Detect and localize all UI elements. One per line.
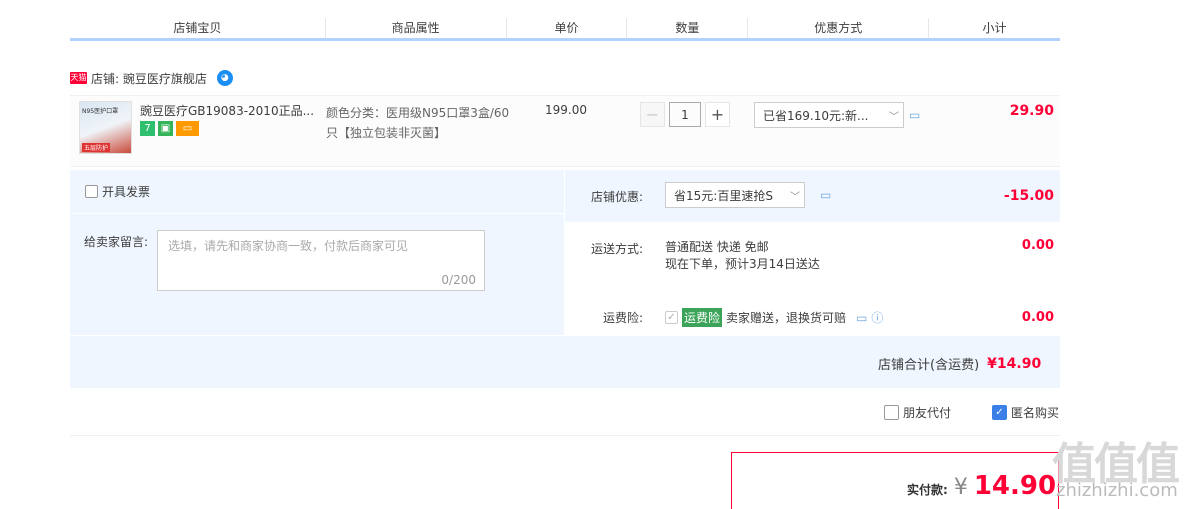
invoice-checkbox[interactable] bbox=[85, 185, 98, 198]
discount-select[interactable]: 已省169.10元:新... ﹀ bbox=[754, 102, 904, 128]
comment-icon[interactable]: ▭ bbox=[820, 188, 831, 202]
insurance-info: ✓ 运费险 卖家赠送，退换货可赔 ▭ ⓘ bbox=[665, 308, 883, 327]
shop-total: 店铺合计(含运费) ¥14.90 bbox=[878, 354, 1042, 374]
product-title[interactable]: 豌豆医疗GB19083-2010正品... bbox=[140, 103, 320, 119]
chevron-down-icon: ﹀ bbox=[889, 111, 899, 123]
insurance-amount: 0.00 bbox=[1021, 310, 1054, 325]
service-badges: 7 ▣ ▭ bbox=[140, 121, 199, 136]
item-subtotal: 29.90 bbox=[1009, 103, 1054, 119]
chevron-down-icon: ﹀ bbox=[790, 191, 800, 203]
unit-price: 199.00 bbox=[545, 103, 587, 117]
message-counter: 0/200 bbox=[441, 273, 476, 287]
pay-currency: ¥ bbox=[953, 475, 968, 500]
quantity-stepper: − 1 + bbox=[640, 102, 730, 127]
invoice-label: 开具发票 bbox=[102, 185, 151, 199]
qty-input[interactable]: 1 bbox=[669, 102, 701, 127]
product-attributes: 颜色分类：医用级N95口罩3盒/60只【独立包装非灭菌】 bbox=[326, 106, 510, 140]
friend-pay-label: 朋友代付 bbox=[903, 406, 952, 420]
watermark-url: zhizhizhi.com bbox=[1056, 480, 1178, 501]
header-subtotal: 小计 bbox=[982, 21, 1007, 35]
seven-day-return-icon[interactable]: 7 bbox=[140, 121, 155, 136]
anonymous-label: 匿名购买 bbox=[1011, 406, 1060, 420]
shop-total-label: 店铺合计(含运费) bbox=[878, 358, 980, 373]
shop-row: 天猫 店铺: 豌豆医疗旗舰店 ◕ bbox=[70, 68, 233, 88]
guarantee-icon[interactable]: ▣ bbox=[158, 121, 173, 136]
anonymous-checkbox[interactable]: ✓ bbox=[992, 405, 1007, 420]
anonymous-option[interactable]: ✓ 匿名购买 bbox=[992, 404, 1059, 421]
comment-icon[interactable]: ▭ bbox=[856, 311, 867, 325]
comment-icon[interactable]: ▭ bbox=[909, 108, 920, 122]
help-icon[interactable]: ⓘ bbox=[871, 309, 883, 326]
thumb-top-text: N95医护口罩 bbox=[82, 108, 119, 115]
shop-discount-value: 省15元:百里速抢S bbox=[674, 188, 773, 203]
header-shop-item: 店铺宝贝 bbox=[70, 18, 326, 38]
delivery-label: 运送方式: bbox=[590, 242, 643, 256]
delivery-amount: 0.00 bbox=[1021, 238, 1054, 253]
friend-pay-checkbox[interactable] bbox=[884, 405, 899, 420]
message-placeholder: 选填，请先和商家协商一致，付款后商家可见 bbox=[168, 239, 409, 253]
insurance-badge: 运费险 bbox=[682, 308, 723, 327]
delivery-eta: 现在下单，预计3月14日送达 bbox=[665, 257, 820, 271]
shop-total-value: ¥14.90 bbox=[987, 355, 1042, 372]
qty-plus-button[interactable]: + bbox=[705, 102, 730, 127]
discount-value: 已省169.10元:新... bbox=[763, 108, 869, 123]
header-discount: 优惠方式 bbox=[748, 18, 930, 38]
pay-label: 实付款: bbox=[907, 483, 948, 497]
delivery-method: 普通配送 快递 免邮 bbox=[665, 240, 769, 254]
insurance-label: 运费险: bbox=[602, 311, 643, 325]
header-price: 单价 bbox=[507, 18, 628, 38]
insurance-checkbox: ✓ bbox=[665, 311, 678, 324]
shop-discount-select[interactable]: 省15元:百里速抢S ﹀ bbox=[665, 182, 805, 208]
divider bbox=[70, 335, 1060, 336]
thumb-bottom-text: 五层防护 bbox=[82, 143, 111, 152]
qty-minus-button[interactable]: − bbox=[640, 102, 665, 127]
insurance-text: 卖家赠送，退换货可赔 bbox=[726, 311, 847, 325]
shop-discount-label: 店铺优惠: bbox=[590, 190, 643, 204]
friend-pay-option[interactable]: 朋友代付 bbox=[884, 404, 951, 421]
product-thumbnail[interactable]: N95医护口罩 五层防护 bbox=[79, 101, 132, 154]
credit-card-icon[interactable]: ▭ bbox=[176, 121, 199, 136]
pay-amount: 14.90 bbox=[973, 471, 1057, 501]
header-attr: 商品属性 bbox=[326, 18, 507, 38]
divider bbox=[70, 435, 1060, 436]
shop-name[interactable]: 店铺: 豌豆医疗旗舰店 bbox=[91, 70, 207, 87]
wangwang-chat-icon[interactable]: ◕ bbox=[216, 70, 233, 86]
delivery-info: 普通配送 快递 免邮 现在下单，预计3月14日送达 bbox=[665, 239, 820, 273]
header-qty: 数量 bbox=[627, 18, 749, 38]
cart-header: 店铺宝贝 商品属性 单价 数量 优惠方式 小计 bbox=[70, 18, 1060, 41]
seller-message-input[interactable]: 选填，请先和商家协商一致，付款后商家可见 0/200 bbox=[157, 230, 485, 291]
invoice-option[interactable]: 开具发票 bbox=[85, 183, 150, 200]
tmall-badge: 天猫 bbox=[70, 72, 87, 84]
payment-amount: 实付款: ¥ 14.90 bbox=[907, 471, 1056, 501]
shop-discount-amount: -15.00 bbox=[1003, 188, 1054, 204]
message-label: 给卖家留言: bbox=[84, 235, 149, 249]
